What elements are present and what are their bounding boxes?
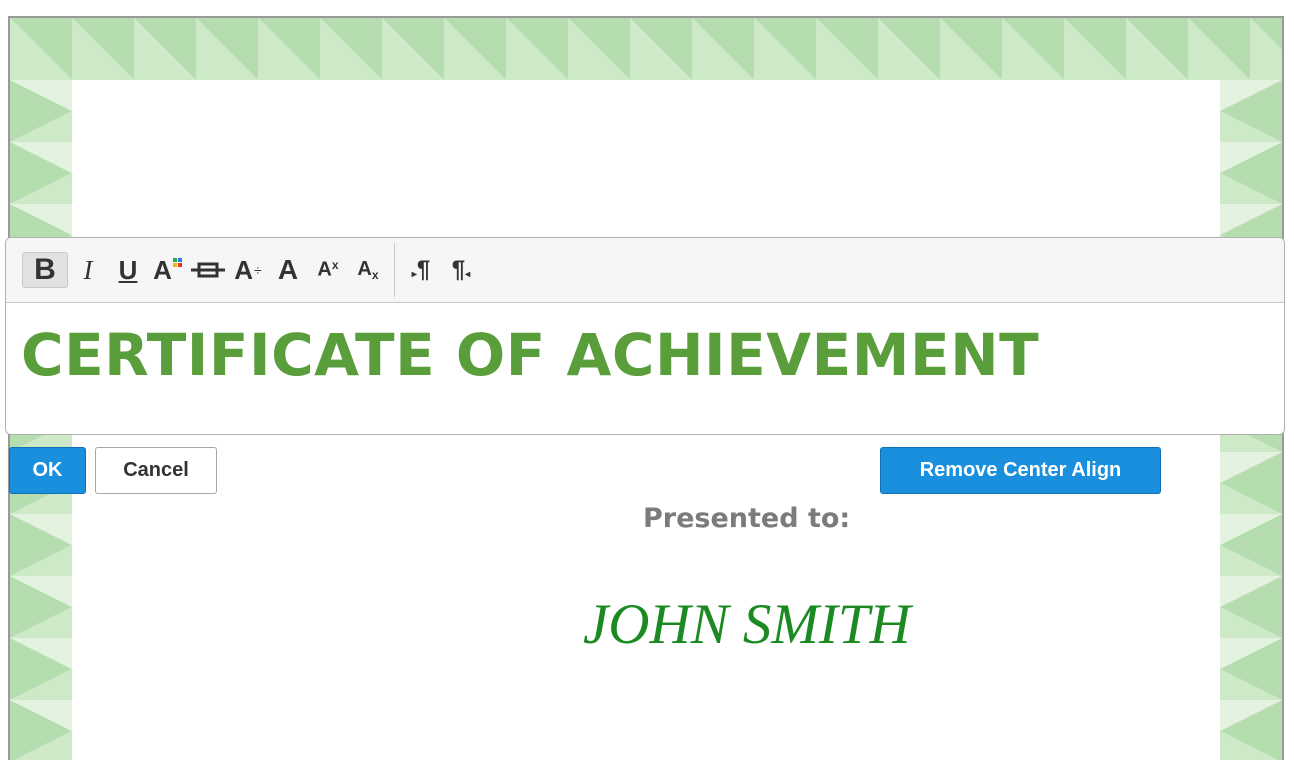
strikethrough-icon bbox=[191, 262, 225, 278]
bold-icon: B bbox=[34, 253, 56, 286]
subscript-button[interactable]: Ax bbox=[348, 252, 388, 288]
strikethrough-button[interactable] bbox=[188, 252, 228, 288]
superscript-button[interactable]: Ax bbox=[308, 252, 348, 288]
superscript-icon: Ax bbox=[317, 258, 339, 281]
font-family-icon: A bbox=[277, 254, 299, 285]
font-color-icon: A bbox=[153, 254, 172, 285]
underline-icon: U bbox=[118, 254, 138, 285]
underline-button[interactable]: U bbox=[108, 252, 148, 288]
rtl-paragraph-icon: ¶◂ bbox=[451, 256, 471, 283]
font-size-button[interactable]: A ÷ bbox=[228, 252, 268, 288]
font-color-button[interactable]: A bbox=[148, 252, 188, 288]
font-size-icon: A bbox=[234, 254, 254, 285]
ok-button[interactable]: OK bbox=[9, 447, 86, 494]
subscript-icon: Ax bbox=[357, 257, 379, 283]
color-grid-icon bbox=[172, 258, 182, 267]
rtl-paragraph-button[interactable]: ¶◂ bbox=[441, 252, 481, 288]
resize-arrows-icon: ÷ bbox=[254, 262, 262, 278]
remove-center-align-button[interactable]: Remove Center Align bbox=[880, 447, 1161, 494]
presented-to-label: Presented to: bbox=[643, 503, 851, 534]
bold-button[interactable]: B bbox=[22, 252, 68, 288]
ltr-paragraph-icon: ▸¶ bbox=[411, 256, 431, 283]
recipient-name: JOHN SMITH bbox=[583, 593, 911, 656]
cancel-button[interactable]: Cancel bbox=[95, 447, 217, 494]
italic-button[interactable]: I bbox=[68, 252, 108, 288]
font-family-button[interactable]: A bbox=[268, 252, 308, 288]
editor-toolbar: B I U A A ÷ A Ax Ax ▸¶ ¶◂ bbox=[6, 238, 1284, 303]
toolbar-separator bbox=[394, 243, 395, 297]
ltr-paragraph-button[interactable]: ▸¶ bbox=[401, 252, 441, 288]
certificate-title-editable[interactable]: CERTIFICATE OF ACHIEVEMENT bbox=[6, 303, 1284, 389]
italic-icon: I bbox=[83, 254, 93, 285]
rich-text-editor[interactable]: B I U A A ÷ A Ax Ax ▸¶ ¶◂ CERTIFICATE OF… bbox=[5, 237, 1285, 435]
